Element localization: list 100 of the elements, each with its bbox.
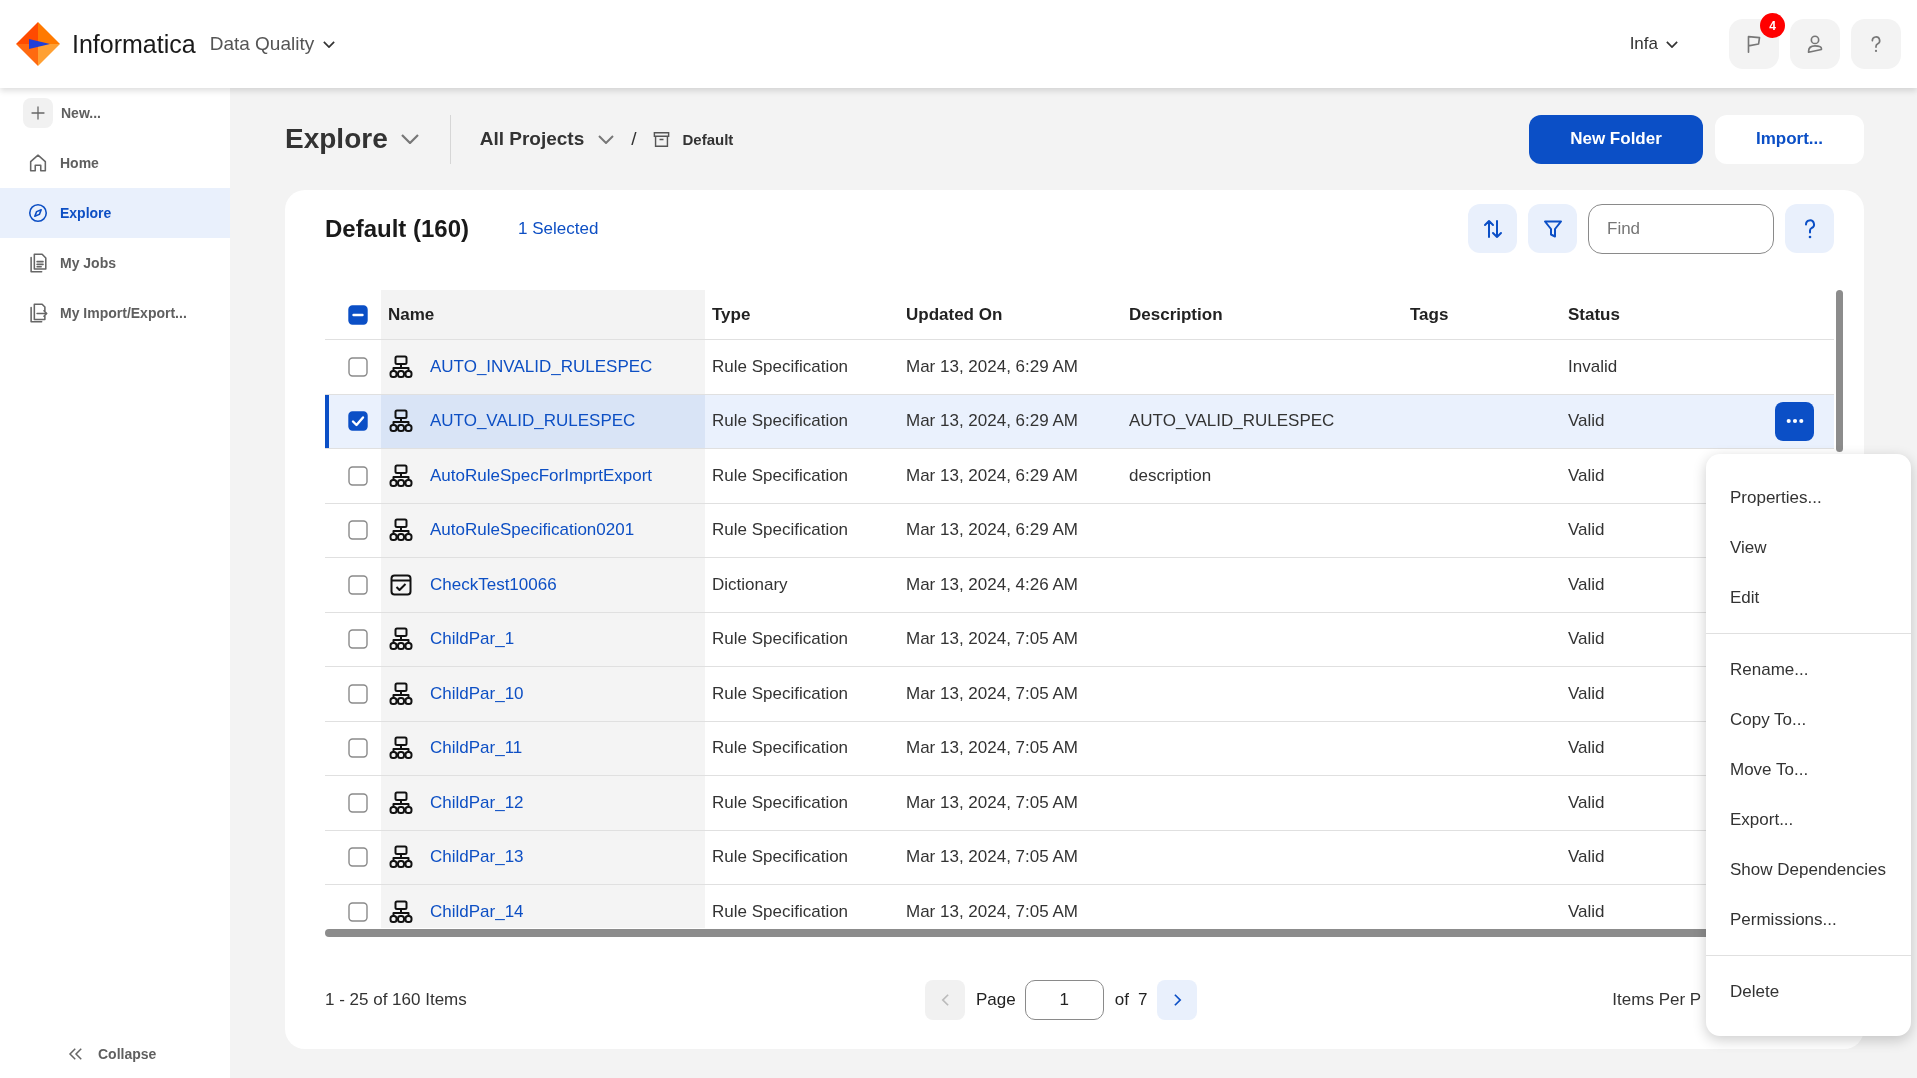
sidebar-item[interactable]: Home xyxy=(0,138,230,188)
documents-icon xyxy=(27,252,49,274)
type-cell-text: Rule Specification xyxy=(711,682,850,705)
hierarchy-icon xyxy=(389,681,413,706)
menu-item[interactable]: Delete xyxy=(1706,967,1911,1017)
menu-item[interactable]: Show Dependencies xyxy=(1706,845,1911,895)
hierarchy-icon xyxy=(389,845,413,870)
hierarchy-icon xyxy=(389,627,413,652)
status-cell: Valid xyxy=(1568,520,1605,541)
page-title-menu[interactable]: Explore xyxy=(285,123,419,155)
breadcrumb-dropdown[interactable]: All Projects xyxy=(479,128,615,150)
date-cell-text: Mar 13, 2024, 6:29 AM xyxy=(905,355,1079,378)
menu-item[interactable]: Properties... xyxy=(1706,473,1911,523)
item-name-link[interactable]: ChildPar_1 xyxy=(430,629,515,650)
new-folder-button[interactable]: New Folder xyxy=(1529,114,1703,164)
row-checkbox[interactable] xyxy=(348,738,368,759)
row-checkbox[interactable] xyxy=(348,792,368,813)
row-checkbox[interactable] xyxy=(348,683,368,704)
date-cell-text: Mar 13, 2024, 6:29 AM xyxy=(905,464,1079,487)
chevron-down-icon xyxy=(400,134,419,144)
row-checkbox[interactable] xyxy=(348,847,368,868)
item-name-link[interactable]: ChildPar_14 xyxy=(430,901,524,922)
find-field[interactable]: Find xyxy=(1588,203,1774,254)
sidebar-item[interactable]: Explore xyxy=(0,188,230,238)
menu-item[interactable]: Permissions... xyxy=(1706,895,1911,945)
menu-item[interactable]: Edit xyxy=(1706,573,1911,623)
items-count: 1 - 25 of 160 Items xyxy=(325,990,468,1010)
items-per-page-label: Items Per P xyxy=(1612,990,1702,1010)
date-cell-text: Mar 13, 2024, 4:26 AM xyxy=(905,573,1079,596)
menu-item[interactable]: Copy To... xyxy=(1706,695,1911,745)
archive-box-icon xyxy=(651,129,671,149)
sidebar-item[interactable]: My Import/Export... xyxy=(0,288,230,338)
status-cell: Valid xyxy=(1568,465,1605,486)
hierarchy-icon xyxy=(389,409,413,434)
status-cell: Valid xyxy=(1568,847,1605,868)
hierarchy-icon xyxy=(389,899,413,924)
description-cell: description xyxy=(1129,465,1212,486)
status-cell: Valid xyxy=(1568,574,1605,595)
item-name-link[interactable]: ChildPar_13 xyxy=(430,847,524,868)
column-header: Description xyxy=(1128,303,1224,326)
menu-item[interactable]: Rename... xyxy=(1706,645,1911,695)
hierarchy-icon xyxy=(389,790,413,815)
item-name-link[interactable]: ChildPar_10 xyxy=(430,683,524,704)
select-all-checkbox[interactable] xyxy=(348,304,368,325)
ellipsis-icon xyxy=(1785,418,1804,425)
item-name-link[interactable]: ChildPar_11 xyxy=(430,738,523,759)
item-name-link[interactable]: AutoRuleSpecification0201 xyxy=(430,520,635,541)
product-menu[interactable]: Data Quality xyxy=(209,33,336,55)
type-cell-text: Rule Specification xyxy=(711,846,850,869)
column-header: Name xyxy=(381,290,705,339)
import-button[interactable]: Import... xyxy=(1715,114,1864,164)
double-chevron-left-icon xyxy=(67,1045,85,1063)
hierarchy-icon xyxy=(389,518,413,543)
page-number-field[interactable]: 1 xyxy=(1024,980,1104,1020)
vertical-scrollbar-thumb[interactable] xyxy=(1836,290,1843,452)
hierarchy-icon xyxy=(389,736,413,761)
brand-name: Informatica xyxy=(72,29,196,59)
item-name-link[interactable]: AutoRuleSpecForImprtExport xyxy=(430,465,653,486)
filter-button[interactable] xyxy=(1528,204,1577,253)
row-checkbox[interactable] xyxy=(348,465,368,486)
calendar-check-icon xyxy=(389,572,413,597)
row-checkbox[interactable] xyxy=(348,520,368,541)
more-actions-button[interactable] xyxy=(1775,401,1814,441)
row-checkbox[interactable] xyxy=(348,356,368,377)
date-cell-text: Mar 13, 2024, 7:05 AM xyxy=(905,628,1079,651)
item-name-link[interactable]: AUTO_VALID_RULESPEC xyxy=(430,411,636,432)
menu-item[interactable]: View xyxy=(1706,523,1911,573)
item-name-link[interactable]: ChildPar_12 xyxy=(430,792,524,813)
row-checkbox[interactable] xyxy=(348,411,368,432)
selection-count: 1 Selected xyxy=(518,218,599,239)
row-checkbox[interactable] xyxy=(348,574,368,595)
sidebar-item[interactable]: New... xyxy=(0,88,230,138)
type-cell-text: Rule Specification xyxy=(711,355,850,378)
sort-button[interactable] xyxy=(1468,204,1517,253)
selected-row[interactable]: AUTO_VALID_RULESPEC Rule Specification Mar 13, 2024, 6:29 AM AUTO_VALID_RULESPEC Valid xyxy=(325,394,1834,449)
profile-button[interactable] xyxy=(1790,19,1840,69)
row-checkbox[interactable] xyxy=(348,901,368,922)
menu-item[interactable]: Export... xyxy=(1706,795,1911,845)
notifications-button[interactable] xyxy=(1729,19,1779,69)
folder-title: Default (160) xyxy=(325,214,470,243)
logo-icon xyxy=(15,21,61,67)
document-export-icon xyxy=(27,302,49,324)
chevron-down-icon xyxy=(598,134,615,144)
type-cell-text: Rule Specification xyxy=(711,737,850,760)
status-cell: Valid xyxy=(1568,683,1605,704)
date-cell-text: Mar 13, 2024, 7:05 AM xyxy=(905,846,1079,869)
menu-item[interactable]: Move To... xyxy=(1706,745,1911,795)
row-checkbox[interactable] xyxy=(348,629,368,650)
collapse-button[interactable]: Collapse xyxy=(0,1030,230,1078)
chevron-left-icon xyxy=(940,993,950,1007)
help-button[interactable] xyxy=(1785,204,1834,253)
status-cell: Valid xyxy=(1568,411,1605,432)
item-name-link[interactable]: AUTO_INVALID_RULESPEC xyxy=(430,356,653,377)
chevron-down-icon xyxy=(1666,40,1678,48)
date-cell-text: Mar 13, 2024, 7:05 AM xyxy=(905,737,1079,760)
type-cell-text: Rule Specification xyxy=(711,464,850,487)
page-label: Page xyxy=(976,990,1016,1010)
sidebar-item[interactable]: My Jobs xyxy=(0,238,230,288)
item-name-link[interactable]: CheckTest10066 xyxy=(430,574,557,595)
user-menu[interactable]: Infa xyxy=(1629,34,1678,54)
